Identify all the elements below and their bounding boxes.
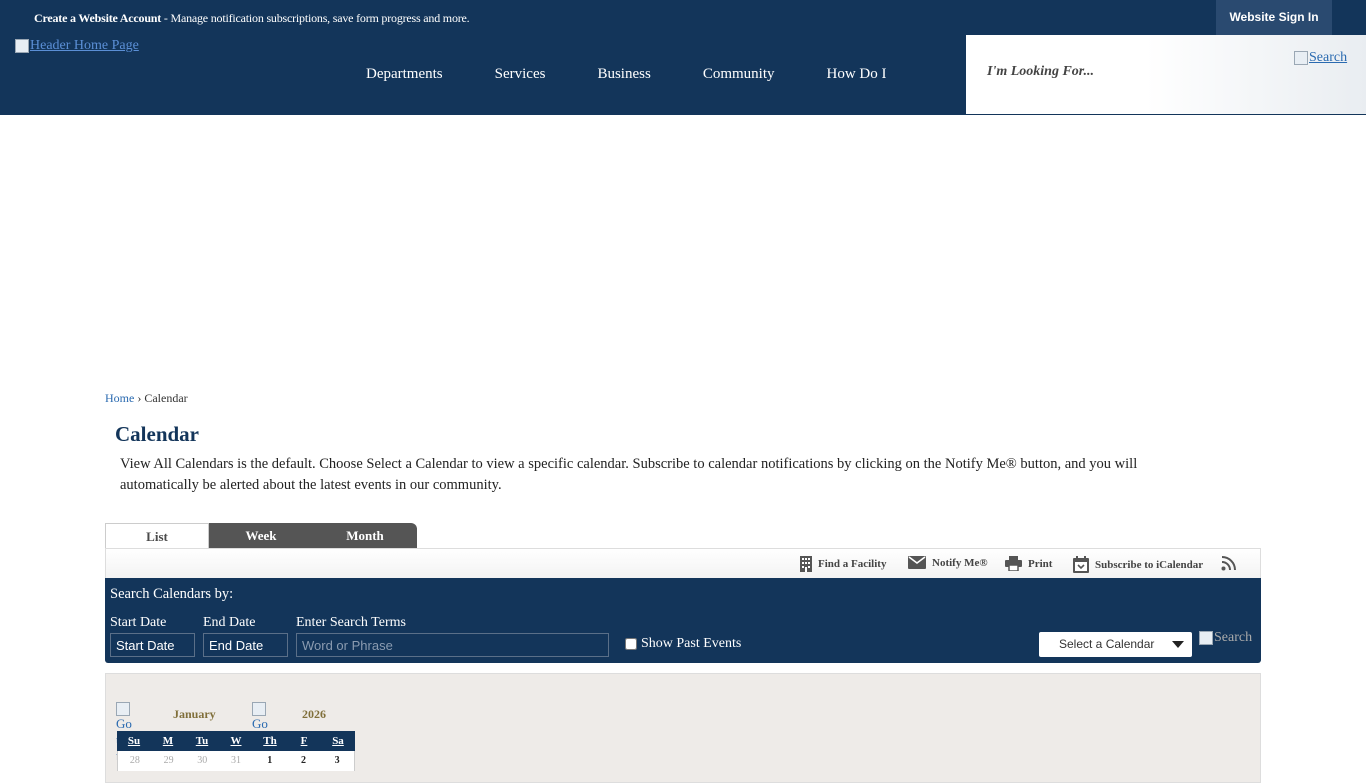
broken-image-icon	[116, 702, 130, 717]
page-intro: View All Calendars is the default. Choos…	[120, 456, 1138, 493]
show-past-events-label: Show Past Events	[641, 636, 742, 651]
site-search-input[interactable]: I'm Looking For...	[987, 64, 1094, 80]
weekday-f: F	[300, 735, 308, 747]
header-home-alt: Header Home Page	[30, 38, 139, 53]
select-calendar-dropdown[interactable]: Select a Calendar	[1039, 632, 1192, 657]
site-search-alt: Search	[1309, 50, 1348, 65]
envelope-icon	[908, 556, 926, 569]
mini-calendar-day[interactable]: 30	[185, 751, 219, 771]
calendar-search-panel: Search Calendars by: Start Date End Date…	[105, 578, 1261, 663]
calendar-add-icon	[1073, 556, 1089, 573]
find-facility-label: Find a Facility	[818, 558, 887, 570]
tab-list[interactable]: List	[105, 523, 209, 549]
nav-departments[interactable]: Departments	[340, 35, 469, 115]
calendar-search-button[interactable]: Search	[1199, 630, 1252, 646]
show-past-events[interactable]: Show Past Events	[625, 636, 741, 652]
search-terms-input[interactable]	[296, 633, 609, 657]
weekday-th: Th	[263, 735, 277, 747]
chevron-down-icon	[1172, 641, 1184, 648]
print-label: Print	[1028, 557, 1053, 570]
calendar-search-alt: Search	[1214, 630, 1253, 645]
weekday-tu: Tu	[195, 735, 209, 747]
broken-image-icon	[252, 702, 266, 717]
end-date-label: End Date	[203, 615, 256, 630]
end-date-input[interactable]	[203, 633, 288, 657]
site-search-button[interactable]: Search	[1294, 50, 1347, 66]
mini-calendar-day[interactable]: 2	[287, 751, 321, 771]
nav-community[interactable]: Community	[677, 35, 801, 115]
site-header: Header Home Page Departments Services Bu…	[0, 35, 1366, 115]
subscribe-icalendar-button[interactable]: Subscribe to iCalendar	[1073, 556, 1203, 573]
account-message: Create a Website Account - Manage notifi…	[34, 11, 470, 26]
nav-how-do-i[interactable]: How Do I	[801, 35, 913, 115]
site-search-box[interactable]: I'm Looking For... Search	[966, 35, 1366, 114]
page-title: Calendar	[115, 422, 199, 446]
calendar-area: Go to previous month January Go to next …	[105, 673, 1261, 783]
nav-services[interactable]: Services	[469, 35, 572, 115]
mini-calendar-month: January	[173, 707, 216, 721]
weekday-w: W	[230, 735, 242, 747]
broken-image-icon	[15, 39, 29, 53]
mini-calendar-weekdays: Su M Tu W Th F Sa	[117, 731, 355, 751]
mini-calendar-day[interactable]: 28	[118, 751, 152, 771]
print-button[interactable]: Print	[1005, 556, 1052, 571]
tab-month[interactable]: Month	[313, 523, 417, 549]
website-sign-in-button[interactable]: Website Sign In	[1216, 0, 1332, 35]
printer-icon	[1005, 556, 1022, 571]
mini-calendar-year: 2026	[302, 707, 326, 721]
nav-business[interactable]: Business	[571, 35, 676, 115]
weekday-m: M	[162, 735, 174, 747]
search-terms-label: Enter Search Terms	[296, 615, 406, 630]
mini-calendar-day[interactable]: 1	[253, 751, 287, 771]
create-account-link[interactable]: Create a Website Account	[34, 11, 161, 25]
breadcrumb-separator: ›	[137, 391, 142, 405]
mini-calendar-week: 28 29 30 31 1 2 3	[117, 751, 355, 771]
notify-me-label: Notify Me®	[932, 556, 988, 569]
building-icon	[800, 556, 812, 572]
rss-button[interactable]	[1221, 556, 1236, 571]
show-past-events-checkbox[interactable]	[625, 638, 637, 650]
rss-icon	[1221, 556, 1236, 571]
subscribe-label: Subscribe to iCalendar	[1095, 558, 1204, 571]
broken-image-icon	[1199, 631, 1213, 645]
tab-week[interactable]: Week	[209, 523, 313, 549]
search-panel-title: Search Calendars by:	[110, 586, 234, 602]
weekday-su: Su	[127, 735, 141, 747]
mini-calendar-day[interactable]: 3	[320, 751, 354, 771]
header-home-link[interactable]: Header Home Page	[15, 38, 139, 54]
start-date-input[interactable]	[110, 633, 195, 657]
broken-image-icon	[1294, 51, 1308, 65]
notify-me-button[interactable]: Notify Me®	[908, 556, 988, 569]
calendar-toolbar: Find a Facility Notify Me® Print Subscri…	[105, 548, 1261, 578]
mini-calendar-day[interactable]: 31	[219, 751, 253, 771]
main-nav: Departments Services Business Community …	[340, 35, 913, 115]
view-tabs: List Week Month	[105, 523, 417, 549]
mini-calendar-day[interactable]: 29	[152, 751, 186, 771]
select-calendar-value: Select a Calendar	[1059, 637, 1155, 651]
breadcrumb-current: Calendar	[144, 391, 188, 405]
start-date-label: Start Date	[110, 615, 167, 630]
breadcrumb-home[interactable]: Home	[105, 391, 134, 405]
breadcrumb: Home › Calendar	[105, 391, 188, 406]
top-bar: Create a Website Account - Manage notifi…	[0, 0, 1366, 35]
account-message-text: - Manage notification subscriptions, sav…	[161, 11, 470, 25]
find-facility-button[interactable]: Find a Facility	[800, 556, 886, 572]
weekday-sa: Sa	[332, 735, 344, 747]
